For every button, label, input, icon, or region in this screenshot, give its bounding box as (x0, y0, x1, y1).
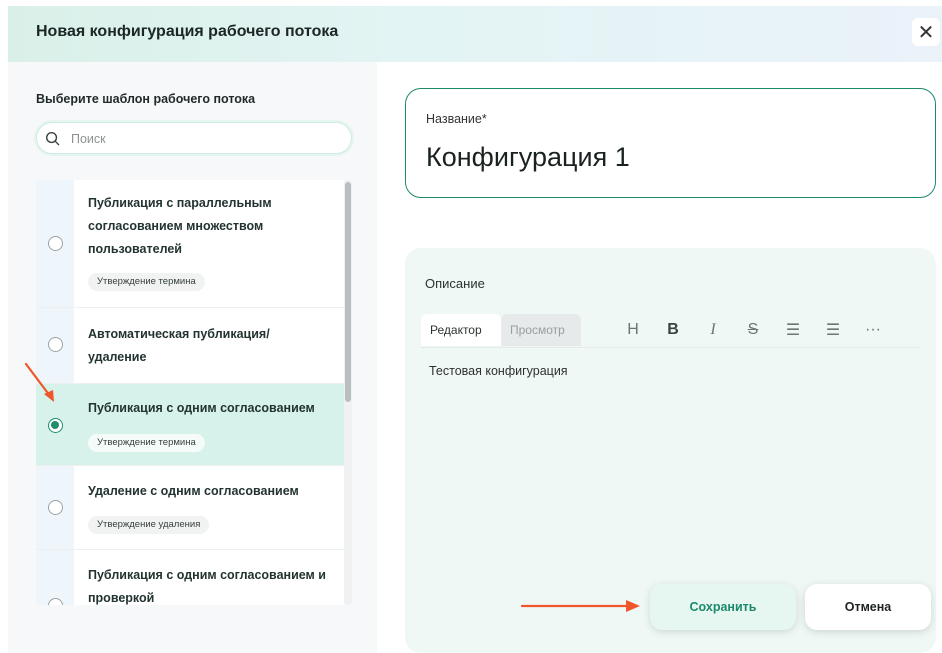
item-title: Публикация с одним согласованием и прове… (88, 568, 326, 605)
template-heading: Выберите шаблон рабочего потока (36, 92, 256, 106)
numbered-list-button[interactable]: ☰ (813, 314, 853, 346)
tab-preview[interactable]: Просмотр (501, 314, 581, 346)
bullet-list-button[interactable]: ☰ (773, 314, 813, 346)
name-field-card: Название* (405, 88, 936, 198)
scroll-thumb[interactable] (345, 182, 351, 402)
italic-icon: I (710, 321, 716, 338)
config-form: Название* Описание Редактор Просмотр H B… (377, 62, 942, 653)
italic-button[interactable]: I (693, 314, 733, 346)
bold-button[interactable]: B (653, 314, 693, 346)
tab-editor[interactable]: Редактор (421, 314, 501, 346)
list-scrollbar[interactable] (344, 180, 352, 605)
close-icon: ✕ (917, 21, 935, 44)
strikethrough-button[interactable]: S (733, 314, 773, 346)
item-title: Автоматическая публикация/ удаление (88, 327, 270, 364)
item-tag: Утверждение термина (88, 273, 205, 291)
radio-button[interactable] (48, 500, 63, 515)
search-box[interactable] (36, 122, 352, 154)
item-title: Публикация с одним согласованием (88, 401, 315, 415)
name-input[interactable] (426, 137, 916, 177)
format-toolbar: H B I S ☰ ☰ ··· (613, 314, 893, 346)
list-item[interactable]: Публикация с одним согласованием и прове… (36, 550, 344, 605)
editor-divider (421, 347, 921, 348)
list-item[interactable]: Автоматическая публикация/ удаление (36, 308, 344, 384)
heading-button[interactable]: H (613, 314, 653, 346)
dialog-header: Новая конфигурация рабочего потока ✕ (8, 6, 942, 62)
search-input[interactable] (71, 129, 341, 149)
numbered-list-icon: ☰ (825, 322, 841, 339)
more-button[interactable]: ··· (853, 314, 893, 346)
workflow-config-dialog: Новая конфигурация рабочего потока ✕ Выб… (8, 6, 942, 653)
editor-tabs: Редактор Просмотр (421, 314, 601, 346)
search-icon (45, 131, 60, 146)
annotation-arrow-icon (520, 600, 640, 612)
dialog-title: Новая конфигурация рабочего потока (36, 23, 339, 40)
bold-icon: B (667, 321, 679, 338)
list-item[interactable]: Публикация с одним согласованием Утвержд… (36, 384, 344, 466)
item-tag: Утверждение удаления (88, 516, 210, 534)
more-icon: ··· (865, 321, 881, 338)
cancel-button[interactable]: Отмена (805, 584, 931, 630)
save-button[interactable]: Сохранить (650, 584, 796, 630)
radio-button[interactable] (48, 337, 63, 352)
template-list: Публикация с параллельным согласованием … (36, 180, 344, 605)
description-label: Описание (425, 276, 485, 291)
list-item[interactable]: Удаление с одним согласованием Утвержден… (36, 466, 344, 550)
name-label: Название* (426, 112, 487, 126)
item-title: Удаление с одним согласованием (88, 484, 299, 498)
annotation-arrow-icon (24, 362, 54, 402)
item-title: Публикация с параллельным согласованием … (88, 196, 272, 256)
description-editor[interactable]: Тестовая конфигурация (429, 364, 568, 378)
item-tag: Утверждение термина (88, 434, 205, 452)
radio-button[interactable] (48, 236, 63, 251)
close-button[interactable]: ✕ (912, 18, 940, 46)
strikethrough-icon: S (747, 321, 759, 338)
list-item[interactable]: Публикация с параллельным согласованием … (36, 180, 344, 308)
bullet-list-icon: ☰ (785, 322, 801, 339)
radio-button-selected[interactable] (48, 418, 63, 433)
heading-icon: H (627, 321, 639, 338)
